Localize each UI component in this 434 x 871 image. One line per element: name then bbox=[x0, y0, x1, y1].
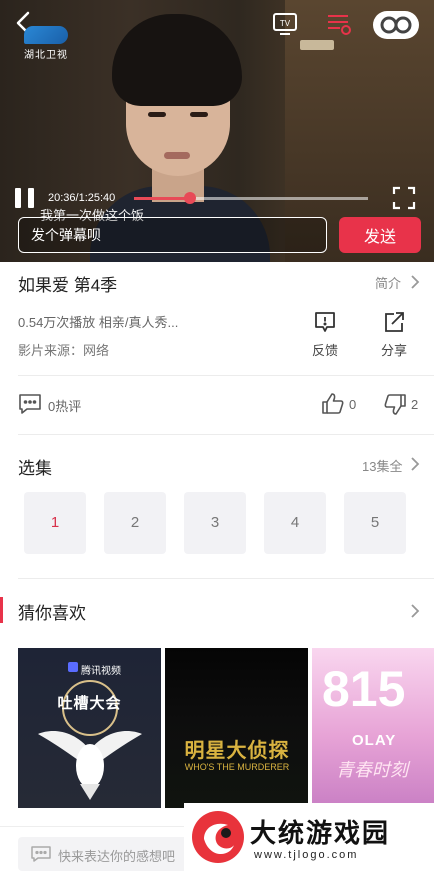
tv-cast-icon[interactable]: TV bbox=[272, 12, 298, 36]
hot-comment-count: 0热评 bbox=[48, 399, 82, 414]
show-title: 如果爱 第4季 bbox=[18, 276, 118, 295]
progress-fill bbox=[134, 197, 191, 200]
episode-button[interactable]: 5 bbox=[344, 492, 406, 554]
recommend-title: 猜你喜欢 bbox=[18, 604, 86, 623]
like-count: 0 bbox=[349, 397, 357, 412]
share-icon bbox=[382, 310, 406, 334]
fullscreen-icon[interactable] bbox=[392, 186, 416, 210]
episodes-title: 选集 bbox=[18, 459, 52, 478]
channel-logo: 湖北卫视 bbox=[24, 26, 74, 61]
dove-illustration bbox=[34, 720, 146, 800]
episode-button[interactable]: 1 bbox=[24, 492, 86, 554]
comment-input[interactable]: 快来表达你的感想吧 bbox=[18, 837, 204, 871]
thumbs-down-icon[interactable] bbox=[383, 392, 407, 416]
divider bbox=[18, 434, 434, 435]
episodes-total-link[interactable]: 13集全 bbox=[362, 456, 402, 475]
share-label: 分享 bbox=[380, 343, 407, 358]
play-count-and-genre: 0.54万次播放 相亲/真人秀... bbox=[18, 315, 179, 330]
chevron-right-icon[interactable] bbox=[410, 274, 420, 290]
link-icon[interactable] bbox=[372, 10, 420, 40]
danmaku-input[interactable] bbox=[18, 217, 327, 253]
channel-logo-text: 湖北卫视 bbox=[24, 50, 68, 61]
feedback-button[interactable]: 反馈 bbox=[302, 310, 348, 359]
divider bbox=[18, 375, 434, 376]
share-button[interactable]: 分享 bbox=[371, 310, 417, 359]
episode-button[interactable]: 3 bbox=[184, 492, 246, 554]
episode-button[interactable]: 4 bbox=[264, 492, 326, 554]
comment-input-placeholder: 快来表达你的感想吧 bbox=[58, 849, 176, 864]
section-accent-bar bbox=[0, 597, 3, 623]
poster-number: 815 bbox=[322, 661, 406, 717]
comment-icon bbox=[30, 845, 52, 863]
player-controls: 20:36/1:25:40 bbox=[0, 186, 434, 212]
poster-brand: OLAY bbox=[352, 732, 397, 749]
watermark-logo-icon bbox=[190, 809, 246, 865]
divider bbox=[18, 578, 434, 579]
progress-handle[interactable] bbox=[184, 192, 197, 204]
send-danmaku-button[interactable]: 发送 bbox=[339, 217, 421, 253]
svg-text:TV: TV bbox=[280, 19, 291, 28]
thumbs-up-icon[interactable] bbox=[321, 392, 345, 416]
recommend-poster[interactable]: 腾讯视频 吐槽大会 bbox=[18, 648, 161, 808]
dislike-count: 2 bbox=[411, 397, 419, 412]
comment-icon bbox=[18, 393, 42, 415]
watermark-title: 大统游戏园 bbox=[250, 818, 391, 848]
poster-subtitle: WHO'S THE MURDERER bbox=[184, 762, 290, 772]
poster-title: 明星大侦探 bbox=[184, 740, 290, 762]
feedback-label: 反馈 bbox=[311, 343, 338, 358]
playlist-icon[interactable] bbox=[326, 12, 352, 36]
progress-bar[interactable] bbox=[134, 192, 368, 204]
video-player[interactable]: 湖北卫视 TV 我第一次做这个饭 20:36/1:25:40 发个弹幕呗 发送 bbox=[0, 0, 434, 262]
episode-button[interactable]: 2 bbox=[104, 492, 166, 554]
recommend-poster[interactable]: 明星大侦探 WHO'S THE MURDERER bbox=[165, 648, 308, 808]
watermark-url: www.tjlogo.com bbox=[254, 849, 359, 861]
playback-time: 20:36/1:25:40 bbox=[48, 192, 116, 204]
poster-caption: 青春时刻 bbox=[336, 760, 408, 780]
video-source: 影片来源：网络 bbox=[18, 343, 110, 358]
recommend-poster[interactable]: 815 OLAY 青春时刻 bbox=[312, 648, 434, 808]
intro-link[interactable]: 简介 bbox=[375, 273, 401, 292]
poster-title: 吐槽大会 bbox=[57, 695, 122, 712]
background-detail bbox=[300, 40, 334, 50]
site-watermark: 大统游戏园 www.tjlogo.com bbox=[184, 803, 434, 871]
chevron-right-icon[interactable] bbox=[410, 603, 420, 619]
chevron-right-icon[interactable] bbox=[410, 456, 420, 472]
feedback-icon bbox=[313, 310, 337, 334]
pause-icon[interactable] bbox=[12, 186, 38, 210]
channel-logo-mark bbox=[24, 26, 68, 44]
